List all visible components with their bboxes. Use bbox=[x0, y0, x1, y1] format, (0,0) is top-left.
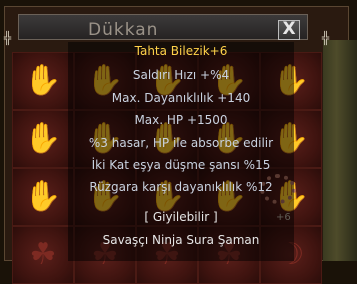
item-stat: Saldırı Hızı +%4 bbox=[132, 68, 230, 82]
item-stat: Rüzgara karşı dayanıklılık %12 bbox=[89, 180, 273, 194]
class-list: Savaşçı Ninja Sura Şaman bbox=[102, 233, 260, 247]
item-stat: %3 hasar, HP ile absorbe edilir bbox=[88, 136, 274, 150]
claw-icon: ✋ bbox=[24, 63, 62, 98]
close-button[interactable]: X bbox=[278, 20, 300, 40]
shop-slot[interactable]: ✋ bbox=[12, 110, 74, 168]
item-name: Tahta Bilezik+6 bbox=[134, 44, 228, 58]
claw-icon: ✋ bbox=[24, 179, 62, 214]
corner-right-icon: ╬ bbox=[322, 31, 330, 45]
item-stat: Max. HP +1500 bbox=[134, 113, 228, 127]
wearable-label: [ Giyilebilir ] bbox=[144, 210, 218, 224]
shop-slot[interactable]: ✋ bbox=[12, 52, 74, 110]
shop-slot[interactable]: ☘ bbox=[12, 226, 74, 284]
background-edge bbox=[323, 40, 357, 261]
claw-icon: ✋ bbox=[24, 121, 62, 156]
corner-left-icon: ╬ bbox=[4, 31, 12, 45]
shop-slot[interactable]: ✋ bbox=[12, 168, 74, 226]
item-stat: İki Kat eşya düşme şansı %15 bbox=[91, 158, 271, 172]
fan-icon: ☘ bbox=[29, 237, 57, 272]
window-title: Dükkan bbox=[88, 20, 159, 40]
item-stat: Max. Dayanıklılık +140 bbox=[111, 91, 251, 105]
